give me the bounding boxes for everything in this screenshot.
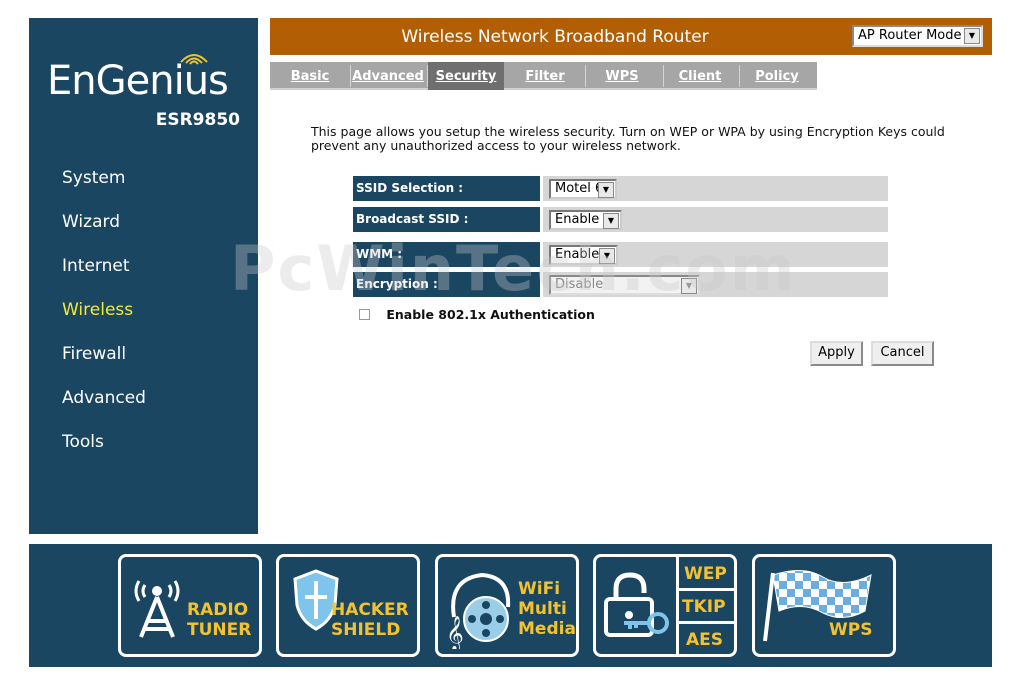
- auth-8021x-label: Enable 802.1x Authentication: [386, 307, 595, 322]
- model-name: ESR9850: [155, 110, 240, 130]
- badge-hacker-shield-line2: SHIELD: [331, 620, 401, 640]
- badge-divider: [676, 621, 734, 624]
- sidebar: EnGenius ESR9850 System Wizard Internet …: [29, 18, 258, 534]
- router-mode-value: AP Router Mode: [858, 28, 962, 43]
- encryption-select[interactable]: Disable ▼: [549, 275, 700, 295]
- radio-tower-icon: [134, 580, 180, 638]
- tab-filter[interactable]: Filter: [510, 62, 580, 90]
- encryption-label: Encryption :: [353, 272, 540, 297]
- encryption-cell: Disable ▼: [543, 272, 888, 297]
- chevron-down-icon: ▼: [598, 182, 614, 198]
- encryption-value: Disable: [555, 277, 604, 292]
- wmm-value: Enable: [555, 247, 600, 262]
- badge-radio-tuner-line2: TUNER: [187, 620, 252, 640]
- wifi-wave-icon: [180, 54, 208, 65]
- sidebar-item-firewall[interactable]: Firewall: [62, 344, 126, 364]
- sidebar-item-internet[interactable]: Internet: [62, 256, 130, 276]
- ssid-selection-select[interactable]: Motel 6 ▼: [549, 179, 617, 199]
- tab-divider: [739, 65, 740, 87]
- lock-key-icon: [604, 572, 669, 637]
- broadcast-ssid-cell: Enable ▼: [543, 207, 888, 232]
- sidebar-item-system[interactable]: System: [62, 168, 125, 188]
- badge-divider: [676, 557, 679, 654]
- tab-bar: Basic Advanced Security Filter WPS Clien…: [270, 62, 817, 114]
- chevron-down-icon: ▼: [603, 213, 619, 229]
- badge-wifi-multimedia: 𝄞 WiFi Multi Media: [435, 554, 579, 657]
- broadcast-ssid-label: Broadcast SSID :: [353, 207, 540, 232]
- badge-wifi-multimedia-line2: Multi: [518, 599, 567, 619]
- badge-wps: WPS: [752, 554, 896, 657]
- tab-security[interactable]: Security: [428, 62, 504, 90]
- ssid-selection-value: Motel 6: [555, 181, 604, 196]
- chevron-down-icon: ▼: [964, 28, 980, 44]
- chevron-down-icon: ▼: [681, 278, 697, 294]
- badge-hacker-shield-line1: HACKER: [331, 600, 409, 620]
- badge-hacker-shield: HACKER SHIELD: [276, 554, 420, 657]
- sidebar-item-wireless[interactable]: Wireless: [62, 300, 133, 320]
- badge-aes: AES: [686, 630, 724, 650]
- badge-encryption: WEP TKIP AES: [593, 554, 737, 657]
- router-mode-select[interactable]: AP Router Mode ▼: [852, 25, 983, 47]
- badge-radio-tuner: RADIO TUNER: [118, 554, 262, 657]
- auth-8021x-row: Enable 802.1x Authentication: [359, 307, 595, 322]
- page-description: This page allows you setup the wireless …: [311, 124, 945, 153]
- ssid-selection-cell: Motel 6 ▼: [543, 176, 888, 201]
- page-title: Wireless Network Broadband Router: [401, 27, 709, 47]
- wmm-select[interactable]: Enable ▼: [549, 245, 618, 265]
- badge-wep: WEP: [684, 564, 727, 584]
- badge-radio-tuner-line1: RADIO: [187, 600, 249, 620]
- ssid-selection-label: SSID Selection :: [353, 176, 540, 201]
- wmm-cell: Enable ▼: [543, 242, 888, 267]
- media-icon: 𝄞: [446, 572, 511, 649]
- chevron-down-icon: ▼: [599, 248, 615, 264]
- badge-wifi-multimedia-line3: Media: [518, 619, 576, 639]
- header-bar: Wireless Network Broadband Router AP Rou…: [270, 18, 992, 55]
- tab-divider: [663, 65, 664, 87]
- sidebar-item-tools[interactable]: Tools: [62, 432, 104, 452]
- svg-text:𝄞: 𝄞: [446, 616, 464, 649]
- tab-divider: [350, 65, 351, 87]
- tab-advanced[interactable]: Advanced: [352, 62, 424, 90]
- tab-basic[interactable]: Basic: [280, 62, 340, 90]
- sidebar-item-wizard[interactable]: Wizard: [62, 212, 120, 232]
- tab-policy[interactable]: Policy: [742, 62, 812, 90]
- tab-client-list[interactable]: Client List: [665, 62, 735, 114]
- sidebar-item-advanced[interactable]: Advanced: [62, 388, 146, 408]
- badge-wps-label: WPS: [829, 620, 873, 640]
- feature-footer: RADIO TUNER HACKER SHIELD 𝄞 WiFi Multi M…: [29, 544, 992, 667]
- badge-tkip: TKIP: [682, 597, 726, 617]
- cancel-button[interactable]: Cancel: [871, 341, 934, 366]
- badge-wifi-multimedia-line1: WiFi: [518, 579, 561, 599]
- tab-divider: [585, 65, 586, 87]
- tab-wps[interactable]: WPS: [588, 62, 656, 90]
- badge-divider: [676, 588, 734, 591]
- auth-8021x-checkbox[interactable]: [359, 309, 370, 320]
- broadcast-ssid-value: Enable: [555, 212, 600, 227]
- broadcast-ssid-select[interactable]: Enable ▼: [549, 210, 622, 230]
- wmm-label: WMM :: [353, 242, 540, 267]
- apply-button[interactable]: Apply: [810, 341, 863, 366]
